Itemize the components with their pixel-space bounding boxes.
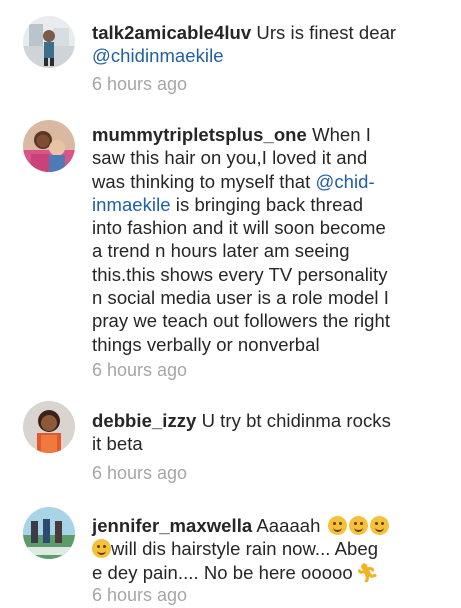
comment-body-line: into fashion and it will soon become [92, 217, 386, 239]
comment-text: debbie_izzy U try bt chidinma rocks it b… [92, 409, 437, 456]
comment-item: mummytripletsplus_one When I saw this ha… [0, 110, 461, 390]
avatar[interactable] [23, 120, 75, 172]
smiling-emoji-icon [92, 539, 111, 559]
comment-body-line: things verbally or nonverbal [92, 333, 320, 355]
comment-body-line: a trend n hours later am seeing [92, 240, 350, 262]
mention-link[interactable]: @chid- [316, 171, 375, 192]
comment-timestamp: 6 hours ago [92, 74, 188, 94]
comment-body-line: pray we teach out followers the right [92, 310, 391, 332]
smiling-emoji-icon [327, 516, 347, 535]
comment-username[interactable]: debbie_izzy [92, 410, 196, 431]
smiling-emoji-icon [348, 516, 368, 535]
running-person-icon: 🏃︎ [355, 562, 379, 583]
comment-timestamp: 6 hours ago [92, 360, 188, 380]
comment-text: mummytripletsplus_one When I saw this ha… [92, 123, 437, 356]
comment-body-line: will dis hairstyle rain now... Abeg [111, 538, 379, 560]
mention-link[interactable]: inmaekile [92, 194, 171, 215]
comment-body: Urs is finest dear [251, 22, 397, 43]
comment-body-line: is bringing back thread [170, 193, 364, 215]
comment-body-line: this.this shows every TV personality [92, 263, 388, 285]
comment-text: jennifer_maxwella Aaaaah will dis hairst… [92, 514, 437, 585]
smiling-emoji-icon [369, 516, 389, 535]
comment-username[interactable]: mummytripletsplus_one [92, 124, 307, 145]
comment-item: debbie_izzy U try bt chidinma rocks it b… [0, 390, 461, 495]
comment-body-line: e dey pain.... No be here ooooo [92, 561, 353, 583]
comment-body-line: it beta [92, 433, 143, 455]
mention-link[interactable]: @chidinmaekile [92, 45, 224, 66]
comment-body-line: When I [306, 124, 371, 145]
avatar[interactable] [23, 507, 75, 559]
comment-timestamp: 6 hours ago [92, 463, 188, 483]
comment-body-line: U try bt chidinma rocks [196, 410, 391, 431]
comment-text: talk2amicable4luv Urs is finest dear @ch… [92, 21, 437, 68]
comment-body-line: saw this hair on you,I loved it and [92, 147, 368, 169]
avatar[interactable] [23, 16, 75, 68]
comment-timestamp: 6 hours ago [92, 585, 188, 605]
comment-username[interactable]: jennifer_maxwella [92, 515, 252, 536]
comment-body-line: Aaaaah [252, 515, 321, 536]
comment-body-line: was thinking to myself that [92, 170, 316, 192]
comment-username[interactable]: talk2amicable4luv [92, 22, 251, 43]
comment-item: jennifer_maxwella Aaaaah will dis hairst… [0, 495, 461, 608]
comment-body-line: n social media user is a role model I [92, 287, 389, 309]
comment-item: talk2amicable4luv Urs is finest dear @ch… [0, 0, 461, 110]
avatar[interactable] [23, 401, 75, 453]
